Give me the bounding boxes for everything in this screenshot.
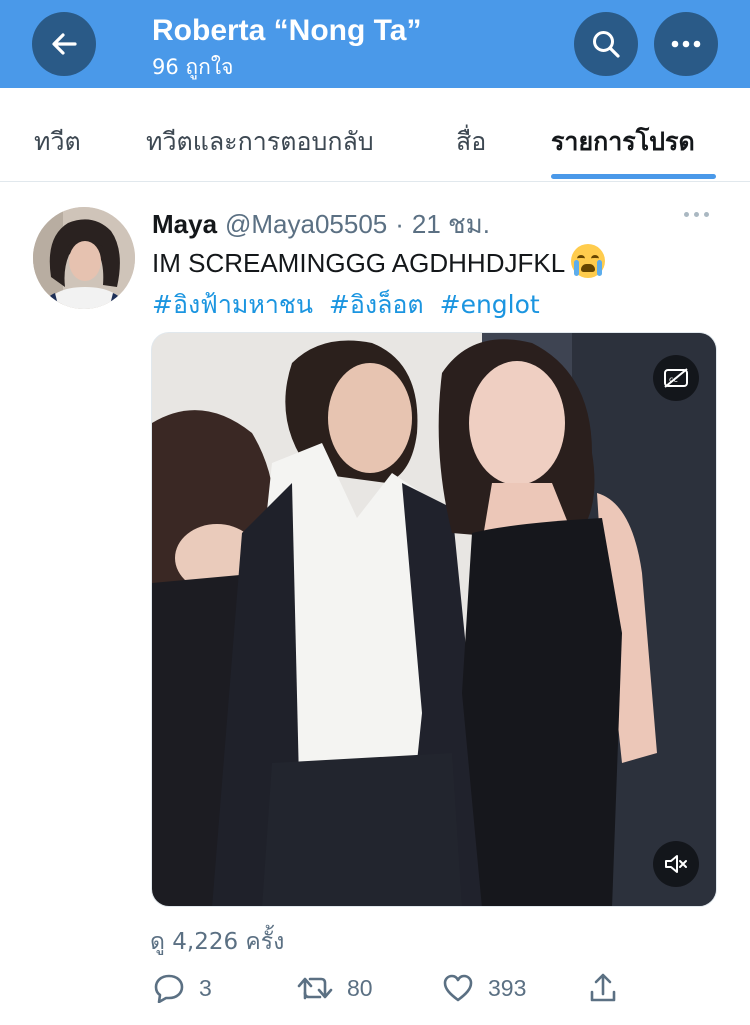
back-arrow-icon [52, 33, 77, 55]
heart-icon [443, 974, 473, 1002]
search-button[interactable] [574, 12, 638, 76]
tab-likes[interactable]: รายการโปรด [551, 122, 695, 162]
hashtag-link[interactable]: #อิงฟ้ามหาชน [152, 290, 313, 319]
like-count: 393 [488, 974, 527, 1001]
likes-count: 96 ถูกใจ [152, 55, 234, 79]
back-button[interactable] [32, 12, 96, 76]
like-button[interactable]: 393 [442, 968, 526, 1008]
hashtag-link[interactable]: #อิงล็อต [329, 290, 424, 319]
tweet-hashtags: #อิงฟ้ามหาชน #อิงล็อต #englot [152, 285, 548, 325]
avatar[interactable] [33, 207, 135, 309]
search-icon [593, 31, 620, 58]
retweet-button[interactable]: 80 [297, 968, 373, 1008]
tab-media[interactable]: สื่อ [456, 122, 486, 162]
reply-button[interactable]: 3 [153, 968, 212, 1008]
reply-icon [154, 974, 184, 1003]
view-count: ดู 4,226 ครั้ง [150, 929, 285, 955]
active-tab-indicator [551, 174, 716, 179]
tweet-time[interactable]: 21 ชม. [412, 209, 490, 239]
share-icon [590, 973, 616, 1002]
author-handle[interactable]: @Maya05505 [225, 209, 387, 239]
hashtag-link[interactable]: #englot [440, 290, 540, 319]
mute-button[interactable] [653, 841, 699, 887]
tweet-menu-icon[interactable] [684, 212, 709, 217]
video-frame [152, 333, 716, 906]
reply-count: 3 [199, 974, 212, 1001]
profile-title: Roberta “Nong Ta” [152, 14, 422, 47]
tweet-video[interactable]: cc [151, 332, 717, 907]
author-name[interactable]: Maya [152, 209, 217, 239]
retweet-icon [297, 977, 333, 1000]
retweet-count: 80 [347, 974, 373, 1001]
more-button[interactable] [654, 12, 718, 76]
avatar-image [33, 207, 135, 309]
profile-tabs: ทวีต ทวีตและการตอบกลับ สื่อ รายการโปรด [0, 88, 750, 182]
tab-tweets[interactable]: ทวีต [34, 122, 81, 162]
separator-dot: · [395, 209, 404, 239]
captions-off-icon: cc [664, 368, 688, 388]
tweet-body: IM SCREAMINGGG AGDHHDJFKL [152, 248, 566, 278]
crying-face-emoji-icon [571, 244, 606, 278]
captions-button[interactable]: cc [653, 355, 699, 401]
share-button[interactable] [588, 968, 632, 1008]
speaker-muted-icon [665, 855, 687, 873]
top-bar: Roberta “Nong Ta” 96 ถูกใจ [0, 0, 750, 88]
tab-tweets-and-replies[interactable]: ทวีตและการตอบกลับ [146, 122, 374, 162]
tweet-header: Maya @Maya05505 · 21 ชม. [152, 204, 490, 245]
more-icon [671, 40, 701, 48]
tweet-text: IM SCREAMINGGG AGDHHDJFKL [152, 244, 606, 279]
